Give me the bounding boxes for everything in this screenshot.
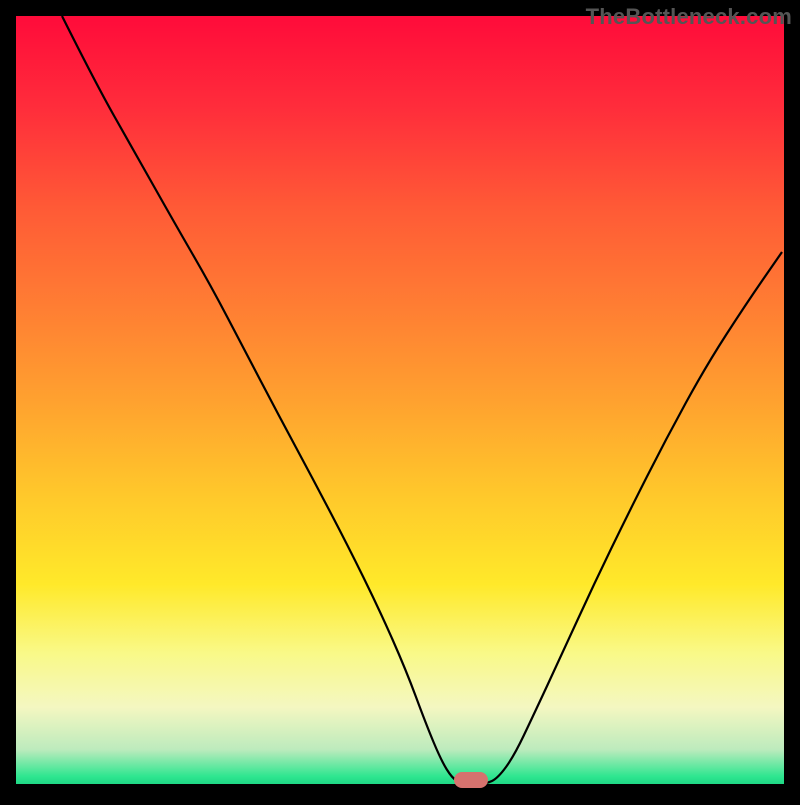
chart-svg — [0, 0, 800, 800]
plot-background — [16, 16, 784, 784]
watermark-text: TheBottleneck.com — [586, 4, 792, 30]
bottleneck-chart: TheBottleneck.com — [0, 0, 800, 800]
target-marker — [454, 772, 488, 788]
